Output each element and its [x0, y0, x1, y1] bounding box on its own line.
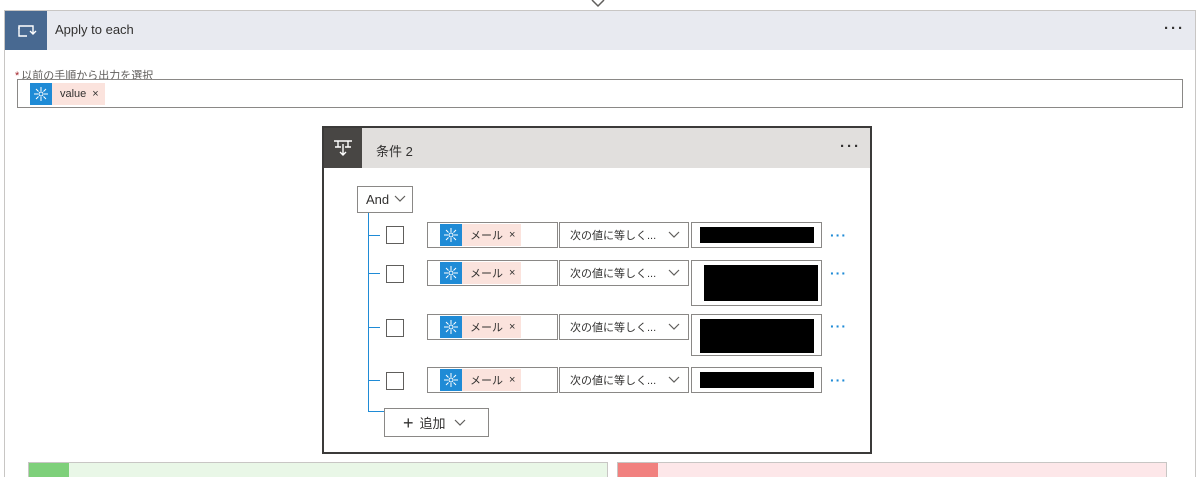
email-token[interactable]: メール ×: [440, 316, 522, 338]
operator-value: 次の値に等しく...: [570, 268, 657, 280]
value-token-close-icon[interactable]: ×: [90, 88, 104, 100]
condition-left-operand[interactable]: メール ×: [427, 222, 558, 248]
chevron-down-icon: [668, 269, 680, 276]
condition-header[interactable]: 条件 2 ···: [324, 128, 870, 168]
select-output-input[interactable]: value ×: [17, 79, 1183, 108]
if-no-accent: [618, 463, 658, 477]
row-checkbox[interactable]: [386, 265, 404, 283]
condition-more-options-icon[interactable]: ···: [840, 138, 861, 155]
add-row-label: 追加: [419, 416, 446, 431]
row-more-options-icon[interactable]: ···: [830, 372, 847, 388]
condition-right-operand[interactable]: [691, 260, 822, 306]
tree-branch: [368, 411, 384, 412]
value-token-label: value: [60, 88, 87, 100]
row-checkbox[interactable]: [386, 319, 404, 337]
condition-left-operand[interactable]: メール ×: [427, 367, 558, 393]
loop-icon: [5, 11, 47, 50]
if-yes-accent: [29, 463, 69, 477]
operator-value: 次の値に等しく...: [570, 230, 657, 242]
condition-title: 条件 2: [376, 144, 413, 159]
row-more-options-icon[interactable]: ···: [830, 227, 847, 243]
dataverse-icon: [440, 224, 462, 246]
loop-more-options-icon[interactable]: ···: [1164, 20, 1185, 37]
row-checkbox[interactable]: [386, 226, 404, 244]
group-operator-value: And: [366, 192, 390, 207]
tree-branch: [368, 380, 380, 381]
redacted-value: [700, 372, 814, 388]
row-checkbox[interactable]: [386, 372, 404, 390]
condition-left-operand[interactable]: メール ×: [427, 314, 558, 340]
value-token[interactable]: value ×: [30, 83, 105, 105]
email-token[interactable]: メール ×: [440, 224, 522, 246]
email-token-label: メール: [470, 230, 503, 242]
operator-value: 次の値に等しく...: [570, 375, 657, 387]
condition-left-operand[interactable]: メール ×: [427, 260, 558, 286]
if-yes-branch[interactable]: [28, 462, 608, 477]
group-operator-dropdown[interactable]: And: [357, 186, 413, 213]
row-more-options-icon[interactable]: ···: [830, 265, 847, 281]
dataverse-icon: [440, 262, 462, 284]
chevron-down-icon: [668, 231, 680, 238]
condition-right-operand[interactable]: [691, 222, 822, 248]
redacted-value: [700, 227, 814, 243]
condition-right-operand[interactable]: [691, 314, 822, 356]
chevron-down-icon: [454, 419, 465, 426]
condition-icon: [324, 128, 362, 168]
dataverse-icon: [440, 316, 462, 338]
if-no-branch[interactable]: [617, 462, 1167, 477]
email-token-label: メール: [470, 375, 503, 387]
email-token-close-icon[interactable]: ×: [507, 321, 521, 333]
flow-designer-canvas: Apply to each ··· *以前の手順から出力を選択 value ×: [0, 0, 1200, 477]
operator-dropdown[interactable]: 次の値に等しく...: [559, 314, 689, 340]
email-token-close-icon[interactable]: ×: [507, 374, 521, 386]
redacted-value: [704, 265, 818, 301]
operator-dropdown[interactable]: 次の値に等しく...: [559, 260, 689, 286]
email-token[interactable]: メール ×: [440, 262, 522, 284]
operator-dropdown[interactable]: 次の値に等しく...: [559, 367, 689, 393]
apply-to-each-header[interactable]: Apply to each ···: [5, 11, 1195, 50]
operator-dropdown[interactable]: 次の値に等しく...: [559, 222, 689, 248]
dataverse-icon: [30, 83, 52, 105]
email-token[interactable]: メール ×: [440, 369, 522, 391]
tree-line: [368, 213, 369, 411]
chevron-down-icon: [394, 195, 406, 202]
tree-branch: [368, 273, 380, 274]
add-row-button[interactable]: + 追加: [384, 408, 489, 437]
plus-icon: +: [403, 412, 414, 433]
tree-branch: [368, 235, 380, 236]
email-token-close-icon[interactable]: ×: [507, 267, 521, 279]
chevron-down-icon: [668, 376, 680, 383]
chevron-down-icon: [668, 323, 680, 330]
condition-right-operand[interactable]: [691, 367, 822, 393]
condition-card: 条件 2 ··· And メール × 次の値に等しく... ··· メール × …: [322, 126, 872, 454]
redacted-value: [700, 319, 814, 353]
email-token-close-icon[interactable]: ×: [507, 229, 521, 241]
connector-arrow-icon: [591, 0, 605, 8]
email-token-label: メール: [470, 322, 503, 334]
row-more-options-icon[interactable]: ···: [830, 318, 847, 334]
tree-branch: [368, 327, 380, 328]
apply-to-each-title: Apply to each: [55, 22, 134, 37]
email-token-label: メール: [470, 268, 503, 280]
dataverse-icon: [440, 369, 462, 391]
operator-value: 次の値に等しく...: [570, 322, 657, 334]
